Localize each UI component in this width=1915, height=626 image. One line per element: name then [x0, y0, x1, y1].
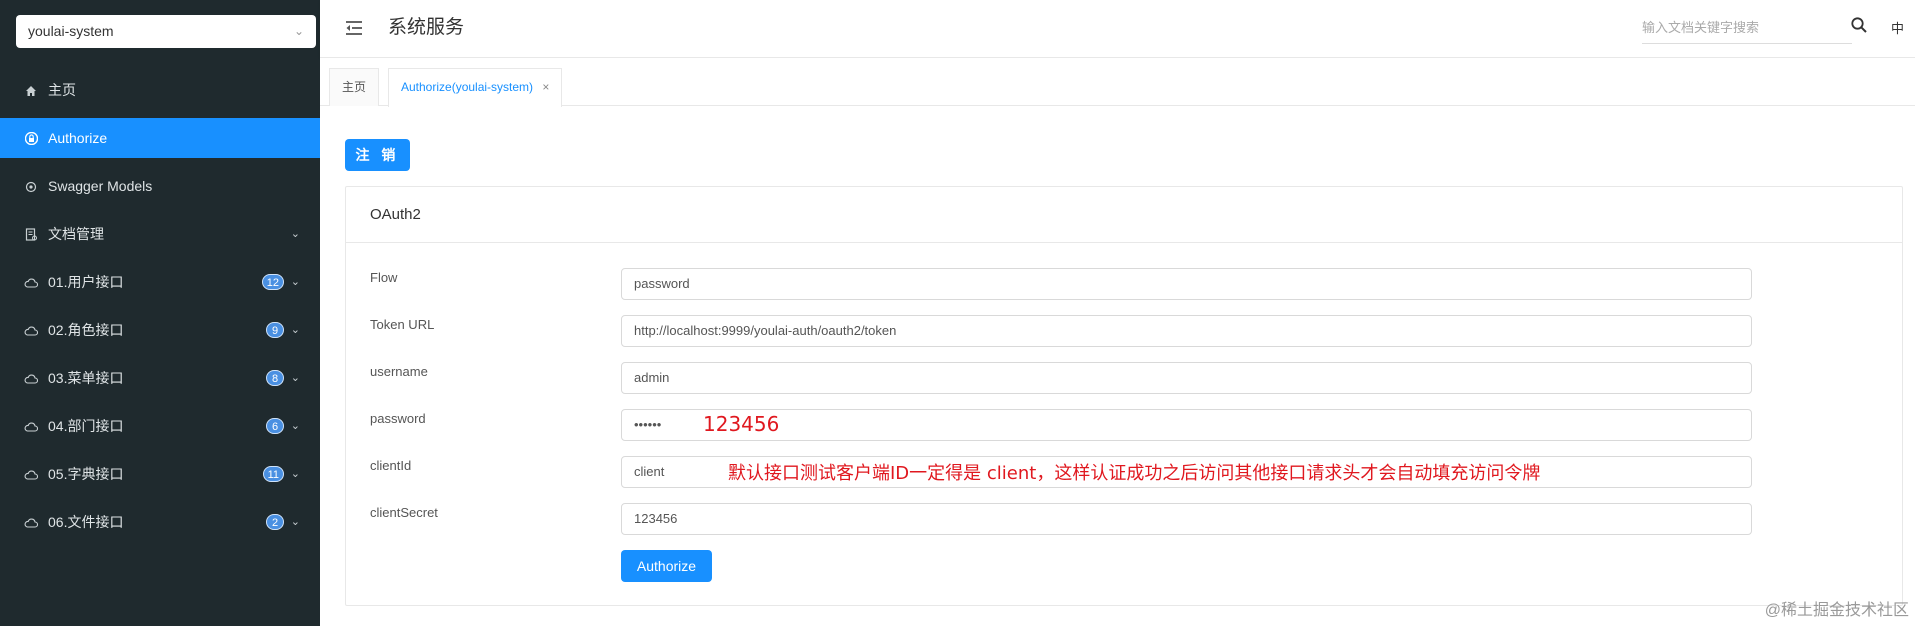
field-label-password: password	[370, 411, 426, 426]
cloud-icon	[23, 358, 39, 398]
close-icon[interactable]: ×	[542, 80, 549, 94]
sidebar-item-label: 02.角色接口	[48, 322, 124, 338]
chevron-down-icon: ⌄	[290, 228, 300, 240]
username-field[interactable]: admin	[621, 362, 1752, 394]
sidebar-item-role-api[interactable]: 02.角色接口 9 ⌄	[0, 310, 320, 350]
cloud-icon	[23, 310, 39, 350]
sidebar-item-label: 03.菜单接口	[48, 370, 124, 386]
token-url-field[interactable]: http://localhost:9999/youlai-auth/oauth2…	[621, 315, 1752, 347]
chevron-down-icon: ⌄	[290, 324, 300, 336]
count-badge: 8	[266, 370, 284, 386]
tab-authorize[interactable]: Authorize(youlai-system) ×	[388, 68, 563, 107]
sidebar-item-dict-api[interactable]: 05.字典接口 11 ⌄	[0, 454, 320, 494]
cloud-icon	[23, 454, 39, 494]
sidebar-item-home[interactable]: 主页	[0, 70, 320, 110]
sidebar-item-user-api[interactable]: 01.用户接口 12 ⌄	[0, 262, 320, 302]
lock-icon	[23, 118, 39, 158]
chevron-down-icon: ⌄	[290, 516, 300, 528]
doc-icon	[23, 214, 39, 254]
sidebar-item-label: 文档管理	[48, 226, 104, 242]
chevron-down-icon: ⌄	[293, 24, 304, 38]
field-label-flow: Flow	[370, 270, 398, 285]
tab-home[interactable]: 主页	[329, 68, 380, 106]
sidebar-item-label: 05.字典接口	[48, 466, 124, 482]
top-header: 系统服务 输入文档关键字搜索 中	[320, 0, 1915, 58]
oauth2-card: OAuth2 Flow password Token URL http://lo…	[345, 186, 1903, 606]
client-id-annotation: 默认接口测试客户端ID一定得是 client，这样认证成功之后访问其他接口请求头…	[728, 463, 1541, 484]
sidebar-item-dept-api[interactable]: 04.部门接口 6 ⌄	[0, 406, 320, 446]
model-icon	[23, 166, 39, 206]
field-label-client-secret: clientSecret	[370, 505, 438, 520]
tab-bar: 主页 Authorize(youlai-system) ×	[320, 58, 1915, 107]
language-switch[interactable]: 中	[1891, 18, 1904, 37]
sidebar-item-authorize[interactable]: Authorize	[0, 118, 320, 158]
count-badge: 6	[266, 418, 284, 434]
count-badge: 2	[266, 514, 284, 530]
count-badge: 11	[262, 466, 284, 482]
sidebar-item-menu-api[interactable]: 03.菜单接口 8 ⌄	[0, 358, 320, 398]
password-annotation: 123456	[703, 412, 780, 436]
sidebar-item-file-api[interactable]: 06.文件接口 2 ⌄	[0, 502, 320, 542]
search-placeholder: 输入文档关键字搜索	[1642, 20, 1760, 35]
field-label-client-id: clientId	[370, 458, 412, 473]
menu-collapse-icon[interactable]	[344, 18, 364, 38]
field-label-username: username	[370, 364, 428, 379]
watermark: @稀土掘金技术社区	[1764, 602, 1909, 619]
client-secret-field[interactable]: 123456	[621, 503, 1752, 535]
cloud-icon	[23, 262, 39, 302]
home-icon	[23, 70, 39, 110]
sidebar-item-doc-manage[interactable]: 文档管理 ⌄	[0, 214, 320, 254]
sidebar-item-label: Swagger Models	[48, 178, 153, 194]
field-label-token-url: Token URL	[370, 317, 435, 332]
group-select-value: youlai-system	[28, 23, 114, 39]
count-badge: 12	[261, 274, 284, 290]
search-input[interactable]: 输入文档关键字搜索	[1642, 14, 1852, 44]
logout-button[interactable]: 注 销	[345, 139, 410, 171]
password-field[interactable]: ••••••	[621, 409, 1752, 441]
sidebar-item-label: Authorize	[48, 130, 108, 146]
tab-label: Authorize(youlai-system)	[401, 80, 534, 94]
sidebar: youlai-system ⌄ 主页 Authorize Swagger Mod…	[0, 0, 320, 626]
authorize-button[interactable]: Authorize	[621, 550, 712, 582]
group-select[interactable]: youlai-system ⌄	[16, 15, 316, 48]
chevron-down-icon: ⌄	[290, 468, 300, 480]
page-title: 系统服务	[388, 17, 465, 38]
chevron-down-icon: ⌄	[290, 420, 300, 432]
flow-field[interactable]: password	[621, 268, 1752, 300]
sidebar-item-label: 04.部门接口	[48, 418, 124, 434]
sidebar-item-swagger-models[interactable]: Swagger Models	[0, 166, 320, 206]
sidebar-item-label: 主页	[48, 82, 76, 98]
cloud-icon	[23, 502, 39, 542]
chevron-down-icon: ⌄	[290, 372, 300, 384]
sidebar-item-label: 01.用户接口	[48, 274, 124, 290]
chevron-down-icon: ⌄	[290, 276, 300, 288]
search-icon[interactable]	[1850, 16, 1870, 36]
count-badge: 9	[266, 322, 284, 338]
tab-label: 主页	[342, 80, 367, 94]
cloud-icon	[23, 406, 39, 446]
sidebar-item-label: 06.文件接口	[48, 514, 124, 530]
card-title: OAuth2	[346, 187, 1902, 243]
